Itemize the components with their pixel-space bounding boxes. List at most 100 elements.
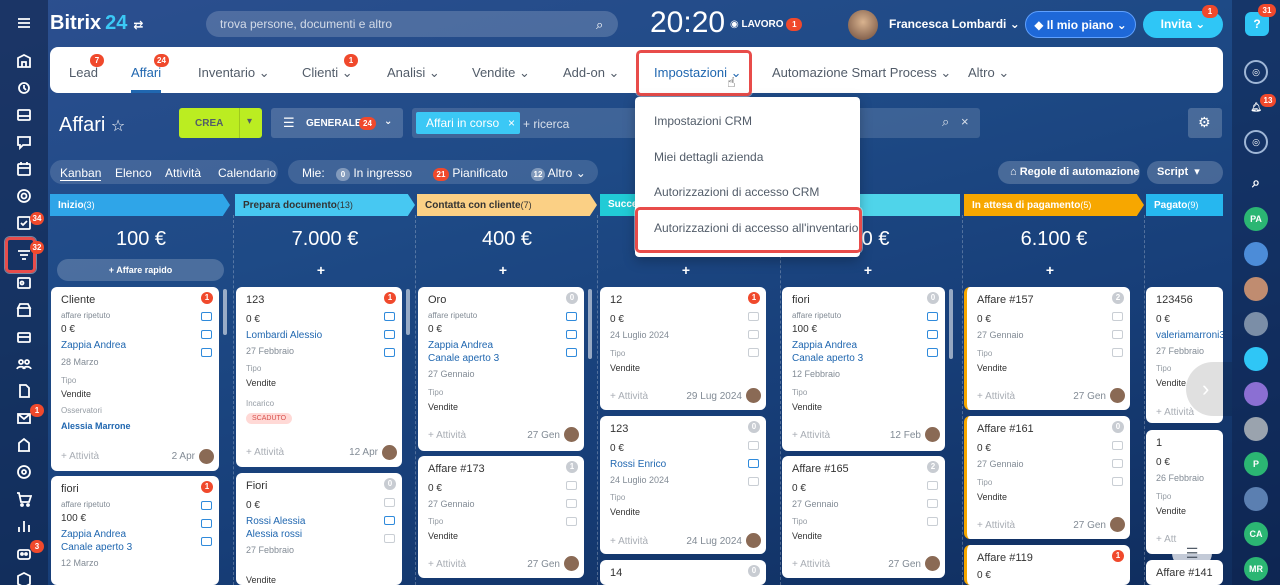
work-status[interactable]: ◉ LAVORO 1: [730, 18, 803, 31]
deal-card[interactable]: 14 0: [600, 560, 766, 585]
nav-affari[interactable]: Affari: [131, 65, 161, 80]
feed-icon[interactable]: [12, 77, 36, 99]
nav-lead[interactable]: Lead: [69, 65, 98, 80]
deal-card[interactable]: fiori 1 affare ripetuto 100 € Zappia Andr…: [51, 476, 219, 585]
filter-chip[interactable]: Affari in corso ×: [416, 112, 520, 134]
inventory-icon[interactable]: [12, 299, 36, 321]
deal-card[interactable]: 12 1 0 € 24 Luglio 2024 Tipo Vendite + Att…: [600, 287, 766, 410]
search-icon[interactable]: ⌕: [596, 17, 603, 33]
analytics-icon[interactable]: [12, 515, 36, 537]
column-pagato[interactable]: Pagato(9): [1146, 194, 1223, 216]
deal-card[interactable]: Affare #173 1 0 € 27 Gennaio Tipo Vendite …: [418, 456, 584, 578]
deal-card[interactable]: Oro 0 affare ripetuto 0 € Zappia Andrea C…: [418, 287, 584, 451]
deal-card[interactable]: fiori 0 affare ripetuto 100 € Zappia Andr…: [782, 287, 945, 451]
user-avatar[interactable]: [848, 10, 878, 40]
rsearch-icon[interactable]: ⌕: [1244, 170, 1268, 194]
messages-icon[interactable]: ◎: [1244, 130, 1268, 154]
contacts-icon[interactable]: [12, 272, 36, 294]
tasks-badge: 34: [30, 212, 44, 225]
deal-card[interactable]: Cliente 1 affare ripetuto 0 € Zappia Andr…: [51, 287, 219, 471]
sum-prepara: 7.000 €: [291, 228, 359, 250]
clock: 20:20: [650, 6, 726, 39]
documents-icon[interactable]: [12, 380, 36, 402]
box-icon[interactable]: [12, 568, 36, 585]
company-icon[interactable]: [12, 434, 36, 456]
deal-card[interactable]: Affare #165 2 0 € 27 Gennaio Tipo Vendite …: [782, 456, 945, 578]
avatar-1[interactable]: [1244, 242, 1268, 266]
cursor-hand-icon: ☝: [727, 74, 736, 90]
add-deal-success[interactable]: +: [600, 262, 772, 278]
logo[interactable]: Bitrix 24 ⇄: [50, 12, 143, 35]
sites-icon[interactable]: [12, 185, 36, 207]
nav-analisi[interactable]: Analisi ⌄: [387, 65, 440, 81]
view-calendario[interactable]: Calendario: [218, 166, 276, 180]
avatar-4[interactable]: [1244, 382, 1268, 406]
filter-search-icon[interactable]: ⌕: [942, 114, 949, 130]
deal-card[interactable]: 123 1 0 € Lombardi Alessio 27 Febbraio Ti…: [236, 287, 402, 467]
menu-item-accesso-inventario[interactable]: Autorizzazioni di accesso all'inventario: [654, 221, 858, 235]
deal-card[interactable]: Fiori 0 0 € Rossi Alessia Alessia rossi 2…: [236, 473, 402, 585]
avatar-pa[interactable]: PA: [1244, 207, 1268, 231]
nav-affari-badge: 24: [154, 54, 169, 67]
deal-card[interactable]: Affare #157 2 0 € 27 Gennaio Tipo Vendite …: [964, 287, 1130, 410]
add-deal-prepara[interactable]: +: [235, 262, 407, 278]
nav-addon[interactable]: Add-on ⌄: [563, 65, 619, 81]
column-inizio[interactable]: Inizio(3): [50, 194, 230, 216]
store-icon[interactable]: [12, 326, 36, 348]
shop-cart-icon[interactable]: [12, 488, 36, 510]
activity-icon[interactable]: ◎: [1244, 60, 1268, 84]
generale-button[interactable]: ☰ GENERALE 24 ⌄: [271, 108, 403, 138]
nav-altro[interactable]: Altro ⌄: [968, 65, 1009, 81]
automation-rules-button[interactable]: ⌂ Regole di automazione: [998, 161, 1140, 184]
avatar-ca[interactable]: CA: [1244, 522, 1268, 546]
deal-card[interactable]: 1 0 € 26 Febbraio Tipo Vendite + Att: [1146, 430, 1223, 554]
scroll-right-arrow[interactable]: ›: [1186, 362, 1232, 416]
drive-icon[interactable]: [12, 104, 36, 126]
column-prepara[interactable]: Prepara documento(13): [235, 194, 415, 216]
mie-altro[interactable]: 12 Altro ⌄: [531, 166, 586, 181]
employees-icon[interactable]: [12, 353, 36, 375]
add-deal-attesa[interactable]: +: [964, 262, 1136, 278]
avatar-2[interactable]: [1244, 277, 1268, 301]
view-attivita[interactable]: Attività: [165, 166, 201, 180]
avatar-p[interactable]: P: [1244, 452, 1268, 476]
create-button[interactable]: CREA ▾: [179, 108, 262, 138]
view-elenco[interactable]: Elenco: [115, 166, 152, 180]
nav-clienti[interactable]: Clienti ⌄: [302, 65, 353, 81]
menu-item-accesso-crm[interactable]: Autorizzazioni di accesso CRM: [654, 185, 819, 199]
target-icon[interactable]: [12, 461, 36, 483]
deal-card[interactable]: Affare #119 1 0 €: [964, 545, 1130, 585]
nav-automazione[interactable]: Automazione Smart Process ⌄: [772, 65, 951, 81]
filter-add[interactable]: + ricerca: [523, 117, 569, 131]
column-attesa[interactable]: In attesa di pagamento(5): [964, 194, 1144, 216]
settings-gear-button[interactable]: ⚙: [1188, 108, 1222, 138]
script-button[interactable]: Script ▾: [1147, 161, 1223, 184]
search-input[interactable]: trova persone, documenti e altro: [206, 11, 618, 37]
add-deal-contatta[interactable]: +: [417, 262, 589, 278]
chat-icon[interactable]: [12, 131, 36, 153]
avatar-6[interactable]: [1244, 487, 1268, 511]
deal-card[interactable]: Affare #161 0 0 € 27 Gennaio Tipo Vendite …: [964, 416, 1130, 539]
nav-inventario[interactable]: Inventario ⌄: [198, 65, 270, 81]
plan-button[interactable]: ◆ Il mio piano ⌄: [1025, 11, 1136, 38]
view-kanban[interactable]: Kanban: [60, 166, 102, 181]
user-name[interactable]: Francesca Lombardi ⌄: [889, 17, 1020, 31]
avatar-mr[interactable]: MR: [1244, 557, 1268, 581]
avatar-3[interactable]: [1244, 312, 1268, 336]
list-menu-icon[interactable]: ☰: [1172, 538, 1212, 568]
nav-vendite[interactable]: Vendite ⌄: [472, 65, 530, 81]
filter-clear-icon[interactable]: ×: [961, 114, 969, 129]
home-icon[interactable]: [12, 50, 36, 72]
avatar-chat[interactable]: [1244, 347, 1268, 371]
quick-deal-button[interactable]: + Affare rapido: [57, 259, 224, 281]
mie-pianificato[interactable]: 21 Pianificato: [433, 166, 508, 181]
deal-card[interactable]: 123 0 0 € Rossi Enrico 24 Luglio 2024 Tip…: [600, 416, 766, 554]
menu-item-dettagli-azienda[interactable]: Miei dettagli azienda: [654, 150, 763, 164]
calendar-icon[interactable]: [12, 158, 36, 180]
mie-in-ingresso[interactable]: 0 In ingresso: [336, 166, 412, 181]
menu-item-impostazioni-crm[interactable]: Impostazioni CRM: [654, 114, 752, 128]
column-contatta[interactable]: Contatta con cliente(7): [417, 194, 597, 216]
avatar-5[interactable]: [1244, 417, 1268, 441]
menu-icon[interactable]: [12, 12, 36, 34]
add-deal-hidden[interactable]: +: [782, 262, 954, 278]
